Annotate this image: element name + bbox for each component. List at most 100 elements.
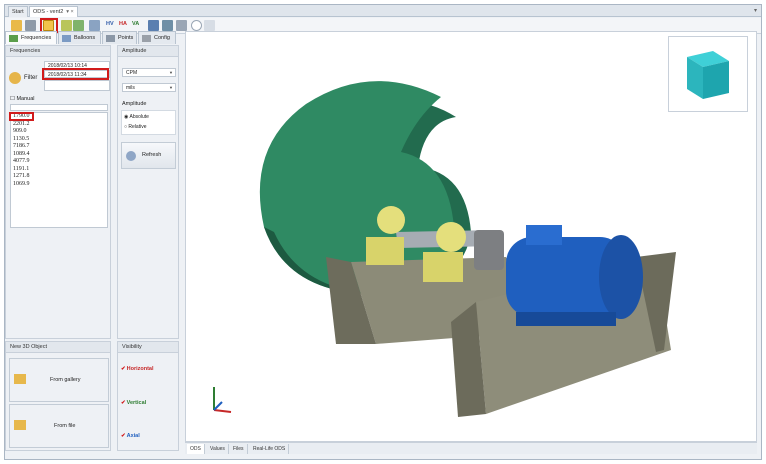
list-item[interactable]: 1271.8 (11, 173, 107, 181)
scale-select[interactable]: mils ▼ (122, 83, 176, 92)
gear-icon (142, 35, 151, 42)
list-item[interactable]: 1130.5 (11, 136, 107, 144)
horizontal-checkbox[interactable]: ✔Horizontal (121, 366, 154, 372)
tab-start[interactable]: Start (8, 6, 28, 17)
points-icon (106, 35, 115, 42)
frequency-list[interactable]: 1790.0 2201.2 909.0 1130.5 7186.7 1089.4… (10, 112, 108, 228)
relative-radio[interactable]: ○ Relative (124, 124, 147, 130)
refresh-button[interactable]: Refresh (121, 142, 176, 169)
manual-checkbox[interactable]: ☐ Manual (10, 96, 35, 102)
from-gallery-label: From gallery (50, 377, 81, 383)
highlight-first-frequency (9, 112, 34, 121)
cube-icon (687, 51, 729, 99)
viewport-tabs: ODS Values Files Real-Life ODS (185, 442, 757, 454)
tab-files[interactable]: Files (230, 444, 248, 454)
balloon-icon (62, 35, 71, 42)
refresh-icon (126, 151, 136, 161)
unit-select[interactable]: CPM ▼ (122, 68, 176, 77)
bearing-left (366, 237, 404, 265)
gallery-icon (14, 374, 26, 384)
bearing-left-cap (377, 206, 405, 234)
list-item[interactable]: 909.0 (11, 128, 107, 136)
tab-values[interactable]: Values (207, 444, 229, 454)
tab-balloons-label: Balloons (74, 35, 96, 41)
horizontal-label: Horizontal (126, 366, 154, 372)
document-tab-bar: Start ODS - vent2 ▾ × ▾ (5, 5, 761, 17)
relative-label: Relative (128, 124, 147, 130)
highlight-date-to (42, 68, 109, 80)
tab-files-label: Files (233, 446, 244, 452)
axial-checkbox[interactable]: ✔Axial (121, 433, 140, 439)
manual-input[interactable] (10, 104, 108, 111)
frequencies-header: Frequencies (6, 46, 110, 57)
va-button[interactable]: VA (132, 21, 139, 27)
tab-ods-label: ODS - vent2 (33, 9, 64, 15)
3d-viewport[interactable] (185, 31, 757, 442)
manual-label: Manual (16, 96, 35, 102)
ha-button[interactable]: HA (119, 21, 127, 27)
amplitude-radio-group: ◉ Absolute ○ Relative (121, 110, 176, 135)
tab-points[interactable]: Points (102, 31, 137, 44)
from-gallery-button[interactable]: From gallery (9, 358, 109, 402)
bearing-right (423, 252, 463, 282)
vertical-checkbox[interactable]: ✔Vertical (121, 400, 146, 406)
tab-frequencies-label: Frequencies (21, 35, 52, 41)
tab-config-label: Config (154, 35, 170, 41)
navigation-cube[interactable] (668, 36, 748, 112)
visibility-panel: Visibility ✔Horizontal ✔Vertical ✔Axial (117, 341, 179, 451)
list-item[interactable]: 1089.4 (11, 151, 107, 159)
hv-button[interactable]: HV (106, 21, 114, 27)
new-3d-object-panel: New 3D Object From gallery From file (5, 341, 111, 451)
tab-real-life-ods-label: Real-Life ODS (253, 446, 286, 452)
pin-icon[interactable]: ▾ (754, 7, 757, 14)
amplitude-panel: Amplitude CPM ▼ mils ▼ Amplitude ◉ Absolut… (117, 45, 179, 339)
list-item[interactable]: 4077.9 (11, 158, 107, 166)
tab-frequencies[interactable]: Frequencies (5, 31, 57, 44)
chevron-down-icon: ▼ (169, 70, 173, 75)
copy-icon[interactable] (25, 20, 36, 31)
new-3d-object-header: New 3D Object (6, 342, 110, 353)
coupling (474, 230, 504, 270)
close-icon[interactable]: ▾ × (66, 9, 74, 15)
disk-icon[interactable] (148, 20, 159, 31)
tab-values-label: Values (210, 446, 225, 452)
bearing-right-cap (436, 222, 466, 252)
absolute-radio[interactable]: ◉ Absolute (124, 114, 149, 120)
open-folder-icon[interactable] (11, 20, 22, 31)
motor-terminal-box (526, 225, 562, 245)
filter-icon[interactable] (9, 72, 21, 84)
tab-points-label: Points (118, 35, 134, 41)
axis-z-line (213, 401, 223, 411)
list-item[interactable]: 7186.7 (11, 143, 107, 151)
tab-start-label: Start (12, 9, 24, 15)
list-item[interactable]: 2201.2 (11, 121, 107, 129)
image-icon[interactable] (162, 20, 173, 31)
from-file-button[interactable]: From file (9, 404, 109, 448)
folder-icon (14, 420, 26, 430)
from-file-label: From file (54, 423, 76, 429)
list-item[interactable]: 1191.1 (11, 166, 107, 174)
tab-config[interactable]: Config (138, 31, 176, 44)
blank-field[interactable] (44, 80, 110, 91)
more-icon[interactable] (204, 20, 215, 31)
circle-icon[interactable] (191, 20, 202, 31)
tab-ods[interactable]: ODS (187, 444, 205, 454)
amplitude-group-label: Amplitude (122, 101, 147, 107)
amplitude-header: Amplitude (118, 46, 178, 57)
vertical-label: Vertical (126, 400, 147, 406)
absolute-label: Absolute (129, 114, 149, 120)
chevron-down-icon: ▼ (169, 85, 173, 90)
grid-icon[interactable] (61, 20, 72, 31)
tab-balloons[interactable]: Balloons (58, 31, 101, 44)
print-icon[interactable] (176, 20, 187, 31)
chart-icon[interactable] (73, 20, 84, 31)
tab-ods-vent2[interactable]: ODS - vent2 ▾ × (29, 6, 78, 17)
filter-label[interactable]: Filter (24, 75, 37, 81)
axial-label: Axial (126, 433, 140, 439)
list-item[interactable]: 1069.9 (11, 181, 107, 189)
refresh-label: Refresh (142, 152, 162, 158)
export-icon[interactable] (89, 20, 100, 31)
scale-select-value: mils (126, 85, 135, 91)
visibility-header: Visibility (118, 342, 178, 353)
tab-real-life-ods[interactable]: Real-Life ODS (250, 444, 290, 454)
